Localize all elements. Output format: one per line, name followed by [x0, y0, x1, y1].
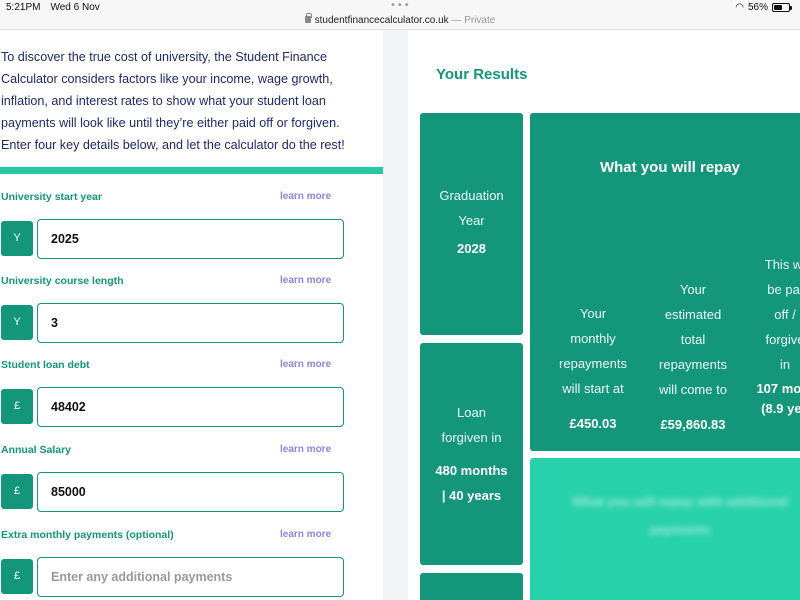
course-length-input[interactable]: [38, 304, 343, 342]
paid-off-label-3: off /: [774, 307, 796, 322]
start-year-prefix: Y: [1, 221, 33, 256]
paid-off-months-value: 107 mont: [756, 381, 800, 396]
forgiven-label-1: Loan: [457, 405, 486, 420]
graduation-year-value: 2028: [457, 241, 486, 256]
loan-debt-input-box: [37, 387, 344, 427]
extra-payments-prefix: £: [1, 559, 33, 594]
monthly-label-1: Your: [579, 306, 607, 321]
course-length-learn-more-link[interactable]: learn more: [280, 275, 331, 286]
status-clock: 5:21PM Wed 6 Nov: [6, 2, 100, 13]
monthly-repayment-value: £450.03: [569, 416, 617, 431]
battery-level: [774, 5, 782, 10]
battery-icon: [772, 3, 792, 12]
total-label-3: total: [680, 332, 706, 347]
additional-payments-text: What you will repay with additional paym…: [572, 494, 788, 537]
battery-percent: 56%: [747, 2, 768, 13]
forgiven-years-value: | 40 years: [441, 488, 502, 503]
course-length-prefix: Y: [1, 305, 33, 340]
panel-gutter: [383, 30, 408, 600]
paid-off-label-1: This wi: [764, 257, 800, 272]
start-year-label: University start year: [1, 191, 102, 203]
salary-learn-more-link[interactable]: learn more: [280, 444, 331, 455]
extra-payments-input[interactable]: [38, 558, 343, 596]
results-panel: Your Results Graduation Year 2028 Loan f…: [408, 30, 800, 600]
monthly-label-2: monthly: [570, 331, 616, 346]
salary-prefix: £: [1, 474, 33, 509]
paid-off-label-4: forgive: [765, 332, 800, 347]
loan-debt-field: £: [1, 387, 344, 427]
loan-debt-prefix: £: [1, 389, 33, 424]
wifi-icon: ◠: [735, 2, 744, 13]
repayment-summary-card: What you will repay Your monthly repayme…: [530, 113, 800, 451]
graduation-label-1: Graduation: [439, 188, 504, 203]
start-year-field: Y: [1, 219, 344, 259]
address-bar[interactable]: studentfinancecalculator.co.uk — Private: [0, 13, 800, 26]
private-label: — Private: [451, 15, 496, 26]
total-label-1: Your: [679, 282, 707, 297]
loan-forgiven-card: Loan forgiven in 480 months | 40 years: [420, 343, 523, 565]
loan-debt-input[interactable]: [38, 388, 343, 426]
loan-debt-learn-more-link[interactable]: learn more: [280, 359, 331, 370]
paid-off-column: This wi be pai off / forgive in 107 mont…: [740, 252, 800, 416]
intro-text: To discover the true cost of university,…: [1, 50, 345, 152]
course-length-field: Y: [1, 303, 344, 343]
start-year-input-box: [37, 219, 344, 259]
additional-payments-card: What you will repay with additional paym…: [530, 458, 800, 600]
salary-label: Annual Salary: [1, 444, 72, 456]
section-divider: [0, 167, 383, 174]
total-repayment-column: Your estimated total repayments will com…: [648, 277, 738, 432]
total-label-2: estimated: [664, 307, 722, 322]
forgiven-label-2: forgiven in: [441, 430, 502, 445]
loan-debt-label: Student loan debt: [1, 359, 90, 371]
salary-input-box: [37, 472, 344, 512]
total-label-4: repayments: [659, 357, 727, 372]
paid-off-years-value: (8.9 yea: [761, 401, 800, 416]
status-bar: 5:21PM Wed 6 Nov ••• studentfinancecalcul…: [0, 0, 800, 30]
repay-title: What you will repay: [599, 159, 741, 176]
total-label-5: will come to: [659, 382, 727, 397]
paid-off-label-2: be pai: [767, 282, 800, 297]
url-text: studentfinancecalculator.co.uk: [314, 15, 449, 26]
course-length-input-box: [37, 303, 344, 343]
results-title: Your Results: [436, 66, 528, 83]
total-repayment-value: £59,860.83: [660, 417, 726, 432]
graduation-year-card: Graduation Year 2028: [420, 113, 523, 335]
start-year-input[interactable]: [38, 220, 343, 258]
status-indicators: ◠ 56%: [735, 2, 792, 13]
lock-icon: [304, 13, 312, 23]
course-length-label: University course length: [1, 275, 124, 287]
monthly-repayment-column: Your monthly repayments will start at £4…: [548, 301, 638, 431]
paid-off-label-5: in: [779, 357, 791, 372]
results-card-partial: [420, 573, 523, 600]
salary-field: £: [1, 472, 344, 512]
start-year-learn-more-link[interactable]: learn more: [280, 191, 331, 202]
monthly-label-3: repayments: [559, 356, 627, 371]
extra-payments-learn-more-link[interactable]: learn more: [280, 529, 331, 540]
extra-payments-label: Extra monthly payments (optional): [1, 529, 174, 541]
status-date: Wed 6 Nov: [50, 2, 100, 13]
forgiven-months-value: 480 months: [435, 463, 508, 478]
status-time: 5:21PM: [6, 2, 41, 13]
multitask-dots-icon[interactable]: •••: [390, 0, 411, 11]
salary-input[interactable]: [38, 473, 343, 511]
graduation-label-2: Year: [458, 213, 485, 228]
calculator-form-panel: To discover the true cost of university,…: [0, 30, 385, 600]
monthly-label-4: will start at: [562, 381, 624, 396]
extra-payments-input-box: [37, 557, 344, 597]
extra-payments-field: £: [1, 557, 344, 597]
